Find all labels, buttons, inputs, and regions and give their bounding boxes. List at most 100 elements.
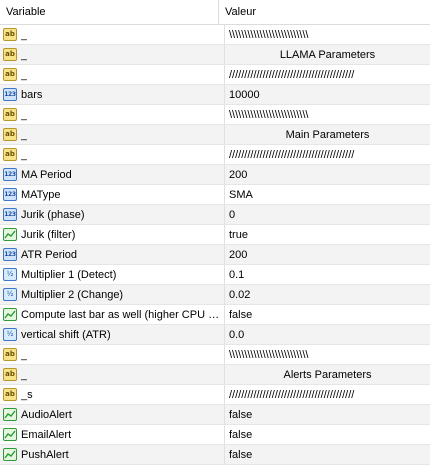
parameter-name: AudioAlert [21,408,72,421]
parameter-row[interactable]: ab _s ////////////////////////////////////… [0,385,430,405]
string-type-icon: ab [3,128,17,141]
string-type-icon: ab [3,108,17,121]
parameter-name: vertical shift (ATR) [21,328,111,341]
string-type-icon: ab [3,148,17,161]
integer-type-icon: 123 [3,248,17,261]
parameter-value[interactable]: 10000 [225,85,430,104]
parameter-value[interactable]: false [225,425,430,444]
parameter-row[interactable]: ½ Multiplier 2 (Change) 0.02 [0,285,430,305]
parameter-value[interactable]: false [225,405,430,424]
parameter-name: ATR Period [21,248,78,261]
double-type-icon: ½ [3,268,17,281]
parameter-value[interactable]: 200 [225,245,430,264]
string-type-icon: ab [3,368,17,381]
parameter-row[interactable]: Jurik (filter) true [0,225,430,245]
parameter-row[interactable]: 123 bars 10000 [0,85,430,105]
parameter-rows: ab _ \\\\\\\\\\\\\\\\\\\\\\\\\\ ab _ LLAMA Pa… [0,25,430,465]
parameter-value[interactable]: \\\\\\\\\\\\\\\\\\\\\\\\\\ [225,345,430,364]
string-type-icon: ab [3,388,17,401]
parameter-row[interactable]: ab _ Main Parameters [0,125,430,145]
string-type-icon: ab [3,28,17,41]
parameter-row[interactable]: ab _ /////////////////////////////////////… [0,65,430,85]
parameter-value[interactable]: 0.02 [225,285,430,304]
parameter-name: Compute last bar as well (higher CPU us.… [21,308,224,321]
parameter-value[interactable]: false [225,445,430,464]
parameter-value[interactable]: Main Parameters [225,125,430,144]
parameter-name: _ [21,128,28,141]
parameter-name: _ [21,348,28,361]
parameter-name-cell: 123 ATR Period [0,245,225,264]
parameter-value[interactable]: \\\\\\\\\\\\\\\\\\\\\\\\\\ [225,25,430,44]
parameter-name-cell: ab _ [0,365,225,384]
parameter-row[interactable]: ab _ \\\\\\\\\\\\\\\\\\\\\\\\\\ [0,345,430,365]
parameter-name: MAType [21,188,61,201]
integer-type-icon: 123 [3,168,17,181]
string-type-icon: ab [3,68,17,81]
integer-type-icon: 123 [3,208,17,221]
parameter-value[interactable]: SMA [225,185,430,204]
parameter-name-cell: ½ Multiplier 1 (Detect) [0,265,225,284]
parameter-value[interactable]: 0 [225,205,430,224]
parameter-name-cell: 123 Jurik (phase) [0,205,225,224]
grid-header: Variable Valeur [0,0,430,25]
parameter-name-cell: AudioAlert [0,405,225,424]
parameter-name: EmailAlert [21,428,72,441]
parameter-value[interactable]: 0.0 [225,325,430,344]
parameter-name-cell: ab _ [0,105,225,124]
parameter-value[interactable]: LLAMA Parameters [225,45,430,64]
parameter-row[interactable]: ½ Multiplier 1 (Detect) 0.1 [0,265,430,285]
parameter-value[interactable]: false [225,305,430,324]
parameter-value[interactable]: 0.1 [225,265,430,284]
parameter-name-cell: PushAlert [0,445,225,464]
parameter-name-cell: 123 MAType [0,185,225,204]
parameter-name: _s [21,388,33,401]
parameter-name-cell: ab _ [0,45,225,64]
parameter-row[interactable]: 123 Jurik (phase) 0 [0,205,430,225]
integer-type-icon: 123 [3,188,17,201]
parameter-name-cell: ab _ [0,145,225,164]
integer-type-icon: 123 [3,88,17,101]
parameter-row[interactable]: ab _ \\\\\\\\\\\\\\\\\\\\\\\\\\ [0,25,430,45]
parameter-row[interactable]: AudioAlert false [0,405,430,425]
parameter-name: _ [21,108,28,121]
parameter-name-cell: ab _s [0,385,225,404]
string-type-icon: ab [3,348,17,361]
column-header-variable[interactable]: Variable [0,0,219,24]
parameter-row[interactable]: 123 MAType SMA [0,185,430,205]
parameter-row[interactable]: 123 ATR Period 200 [0,245,430,265]
boolean-type-icon [3,408,17,421]
parameter-value[interactable]: ////////////////////////////////////////… [225,145,430,164]
parameter-row[interactable]: ab _ LLAMA Parameters [0,45,430,65]
parameter-row[interactable]: ab _ /////////////////////////////////////… [0,145,430,165]
parameter-row[interactable]: ½ vertical shift (ATR) 0.0 [0,325,430,345]
parameter-name-cell: ½ vertical shift (ATR) [0,325,225,344]
parameter-name-cell: Compute last bar as well (higher CPU us.… [0,305,225,324]
parameter-name-cell: 123 bars [0,85,225,104]
parameter-value[interactable]: \\\\\\\\\\\\\\\\\\\\\\\\\\ [225,105,430,124]
boolean-type-icon [3,448,17,461]
parameter-name: MA Period [21,168,72,181]
parameter-row[interactable]: 123 MA Period 200 [0,165,430,185]
column-header-value[interactable]: Valeur [219,0,430,24]
parameter-name: Multiplier 1 (Detect) [21,268,117,281]
parameter-name-cell: EmailAlert [0,425,225,444]
parameter-row[interactable]: EmailAlert false [0,425,430,445]
parameter-value[interactable]: true [225,225,430,244]
parameter-name-cell: 123 MA Period [0,165,225,184]
parameter-name: Jurik (phase) [21,208,85,221]
parameter-row[interactable]: Compute last bar as well (higher CPU us.… [0,305,430,325]
parameter-row[interactable]: ab _ \\\\\\\\\\\\\\\\\\\\\\\\\\ [0,105,430,125]
parameter-name-cell: ½ Multiplier 2 (Change) [0,285,225,304]
parameter-value[interactable]: Alerts Parameters [225,365,430,384]
parameter-value[interactable]: 200 [225,165,430,184]
parameter-row[interactable]: PushAlert false [0,445,430,465]
boolean-type-icon [3,308,17,321]
parameter-value[interactable]: ////////////////////////////////////////… [225,65,430,84]
parameter-row[interactable]: ab _ Alerts Parameters [0,365,430,385]
boolean-type-icon [3,228,17,241]
parameter-value[interactable]: ////////////////////////////////////////… [225,385,430,404]
parameter-name: _ [21,68,28,81]
inputs-grid: Variable Valeur ab _ \\\\\\\\\\\\\\\\\\\\\… [0,0,430,465]
parameter-name-cell: ab _ [0,125,225,144]
parameter-name: _ [21,368,28,381]
